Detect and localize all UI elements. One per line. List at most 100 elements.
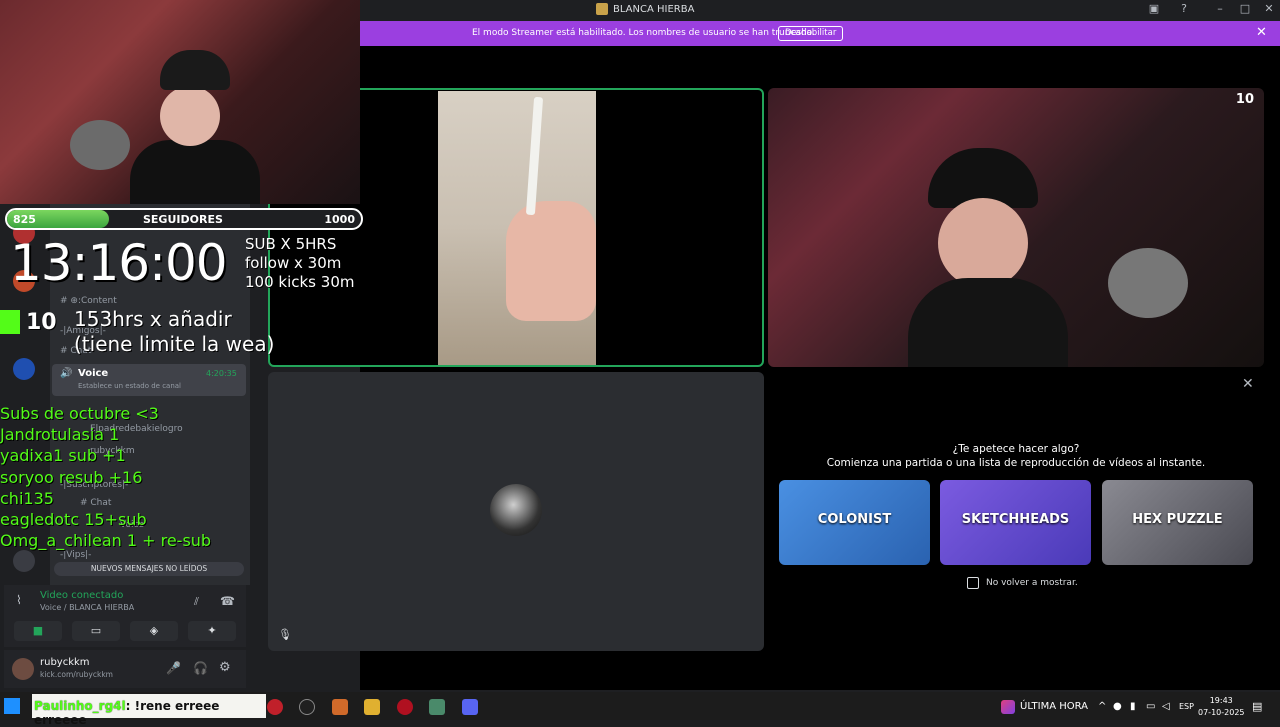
rule-line: SUB X 5HRS: [245, 235, 337, 253]
discover-icon[interactable]: [13, 550, 35, 572]
subathon-timer: 13:16:00: [10, 234, 228, 292]
discord-icon[interactable]: [462, 699, 478, 715]
camera-button[interactable]: ■: [14, 621, 62, 641]
volume-icon[interactable]: ◁: [1162, 701, 1170, 712]
app-icon[interactable]: [397, 699, 413, 715]
note-line: 153hrs x añadir: [74, 307, 232, 331]
clock-date: 07-10-2025: [1198, 708, 1245, 717]
activity-card-hex-puzzle[interactable]: HEX PUZZLE: [1102, 480, 1253, 565]
microphone-icon[interactable]: ▮: [1130, 701, 1136, 712]
sub-list-item: Subs de octubre <3: [0, 404, 159, 423]
noise-suppression-icon[interactable]: ⫽: [194, 595, 199, 609]
tray-icon[interactable]: ●: [1113, 701, 1122, 712]
note-line: (tiene limite la wea): [74, 332, 275, 356]
follower-goal-bar: 825 SEGUIDORES 1000: [5, 208, 363, 230]
camera-icon: ■: [32, 624, 44, 637]
connection-status: Video conectado: [40, 590, 124, 601]
network-icon[interactable]: ▭: [1146, 701, 1155, 712]
app-icon[interactable]: [429, 699, 445, 715]
dont-show-label: No volver a mostrar.: [986, 578, 1078, 588]
screen-share-button[interactable]: ▭: [72, 621, 120, 641]
muted-mic-icon: 🎙: [278, 628, 292, 641]
activity-button[interactable]: ◈: [130, 621, 178, 641]
kick-logo-icon: [0, 310, 20, 334]
disable-streamer-button[interactable]: Deshabilitar: [778, 26, 844, 41]
sub-list-item: Omg_a_chilean 1 + re-sub: [0, 531, 212, 550]
streamer-mode-banner: El modo Streamer está habilitado. Los no…: [360, 21, 1280, 46]
goal-target: 1000: [324, 213, 355, 226]
rule-line: 100 kicks 30m: [245, 273, 355, 291]
chevron-up-icon[interactable]: ^: [1098, 701, 1106, 712]
category-header[interactable]: -|Vips|-: [60, 550, 91, 560]
server-icon: [596, 3, 608, 15]
video-tile-stream[interactable]: 10: [768, 88, 1264, 367]
clock-time: 19:43: [1209, 696, 1233, 705]
app-icon[interactable]: [267, 699, 283, 715]
rule-line: follow x 30m: [245, 254, 342, 272]
notification-icon[interactable]: ▤: [1252, 700, 1262, 713]
close-window-button[interactable]: ✕: [1257, 2, 1280, 18]
dont-show-checkbox[interactable]: [967, 577, 979, 589]
voice-timer: 4:20:35: [206, 369, 237, 378]
activity-subheading: Comienza una partida o una lista de repr…: [826, 457, 1206, 469]
close-icon[interactable]: ✕: [1256, 25, 1267, 40]
start-icon[interactable]: [4, 698, 20, 714]
voice-connection-panel: ⌇ Video conectado Voice / BLANCA HIERBA …: [4, 585, 246, 647]
sub-list-item: yadixa1 sub +1: [0, 446, 126, 465]
activity-card-colonist[interactable]: COLONIST: [779, 480, 930, 565]
webcam-overlay: [0, 0, 360, 204]
video-tile-avatar[interactable]: 🎙: [268, 372, 764, 651]
soundboard-button[interactable]: ✦: [188, 621, 236, 641]
goal-current: 825: [13, 213, 36, 226]
gamepad-icon: ◈: [149, 624, 159, 637]
app-icon[interactable]: [332, 699, 348, 715]
activity-heading: ¿Te apetece hacer algo?: [952, 443, 1080, 455]
activity-card-sketchheads[interactable]: SKETCHHEADS: [940, 480, 1091, 565]
channel-item[interactable]: # ⊕:Content: [60, 296, 117, 306]
server-icon[interactable]: [13, 358, 35, 380]
chat-user: Paulinho_rg4l: [34, 699, 126, 713]
user-panel: rubyckkm kick.com/rubyckkm 🎤 🎧 ⚙: [4, 650, 246, 688]
folder-icon[interactable]: [364, 699, 380, 715]
app-icon[interactable]: [299, 699, 315, 715]
close-icon[interactable]: ✕: [1242, 376, 1254, 392]
user-subtitle: kick.com/rubyckkm: [40, 670, 113, 679]
inbox-icon[interactable]: ▣: [1142, 2, 1166, 18]
chat-overlay: Paulinho_rg4l: !rene erreee erreeee: [32, 694, 266, 727]
maximize-button[interactable]: □: [1233, 2, 1257, 18]
avatar: [490, 484, 542, 536]
title-bar: BLANCA HIERBA ▣ ? – □ ✕: [360, 0, 1280, 21]
window-title: BLANCA HIERBA: [596, 3, 694, 15]
speaker-icon: 🔊: [60, 368, 73, 379]
activity-launcher: ✕ ¿Te apetece hacer algo? Comienza una p…: [768, 372, 1264, 651]
channel-item[interactable]: # Chat: [80, 498, 111, 508]
kick-count: 10: [26, 310, 57, 335]
sub-list-item: Jandrotulasia 1: [0, 425, 120, 444]
kick-count-badge: 10: [1235, 92, 1254, 107]
sub-list-item: chi135: [0, 489, 54, 508]
microphone-icon[interactable]: 🎤: [166, 661, 181, 675]
goal-label: SEGUIDORES: [143, 213, 223, 226]
soundboard-icon: ✦: [207, 624, 217, 637]
voice-channel-item[interactable]: 🔊 Voice 4:20:35 Establece un estado de c…: [52, 364, 246, 396]
headphones-icon[interactable]: 🎧: [193, 661, 208, 675]
clock[interactable]: 19:43 07-10-2025: [1198, 695, 1245, 719]
news-widget[interactable]: ÚLTIMA HORA: [1020, 701, 1088, 712]
sub-list-item: soryoo resub +16: [0, 468, 143, 487]
disconnect-icon[interactable]: ☎: [220, 594, 235, 608]
username[interactable]: rubyckkm: [40, 657, 90, 668]
signal-icon[interactable]: ⌇: [16, 593, 22, 607]
channel-status[interactable]: Establece un estado de canal: [78, 382, 181, 390]
banner-text: El modo Streamer está habilitado. Los no…: [472, 28, 815, 38]
sub-list-item: eagledotc 15+sub: [0, 510, 147, 529]
gear-icon[interactable]: ⚙: [219, 660, 231, 675]
avatar[interactable]: [12, 658, 34, 680]
minimize-button[interactable]: –: [1208, 2, 1232, 18]
news-icon[interactable]: [1001, 700, 1015, 714]
language-indicator[interactable]: ESP: [1179, 702, 1194, 711]
phone-video-feed: [438, 91, 596, 365]
connection-channel[interactable]: Voice / BLANCA HIERBA: [40, 603, 134, 612]
new-messages-pill[interactable]: NUEVOS MENSAJES NO LEÍDOS: [54, 562, 244, 576]
help-icon[interactable]: ?: [1172, 2, 1196, 18]
screen-icon: ▭: [90, 624, 102, 637]
